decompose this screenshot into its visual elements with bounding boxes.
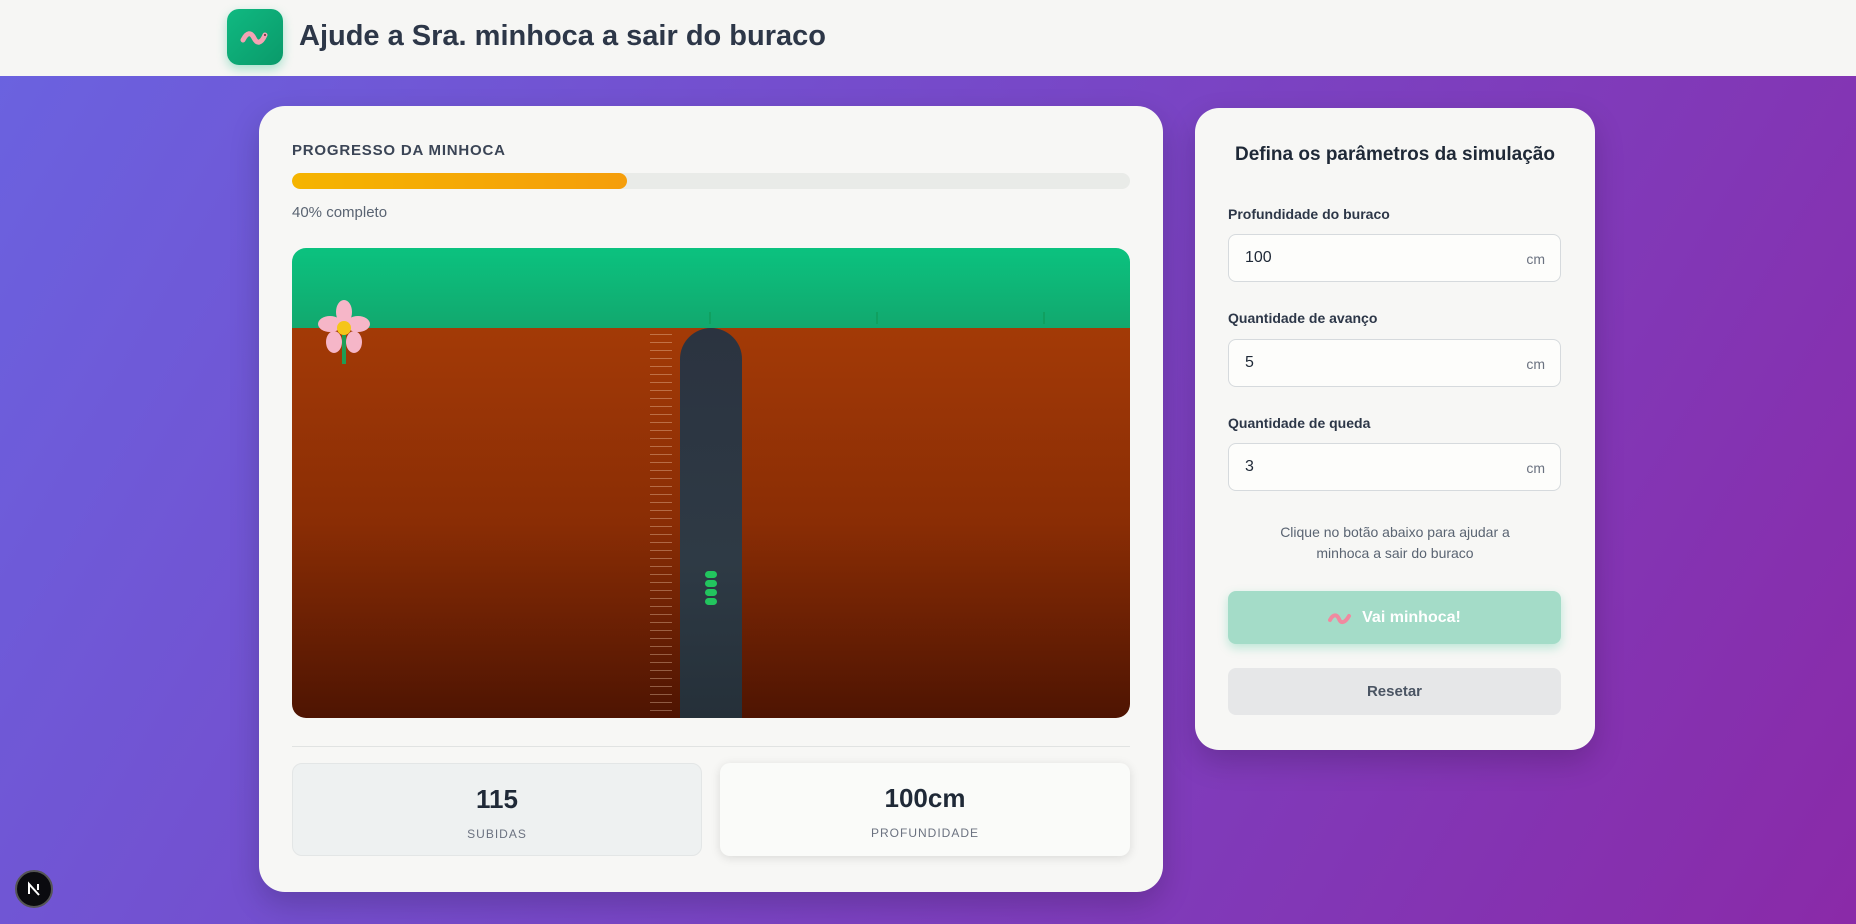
worm-hole: [680, 328, 742, 718]
nextjs-badge-icon[interactable]: [15, 870, 53, 908]
advance-input[interactable]: [1245, 352, 1485, 374]
grass-sprout: [709, 312, 711, 324]
parameters-panel: Defina os parâmetros da simulação Profun…: [1195, 108, 1595, 750]
stat-climbs: 115 SUBIDAS: [292, 763, 702, 856]
worm-logo-icon: [227, 9, 283, 65]
panel-title: Defina os parâmetros da simulação: [1235, 144, 1555, 165]
page-title: Ajude a Sra. minhoca a sair do buraco: [299, 20, 826, 52]
progress-label: PROGRESSO DA MINHOCA: [292, 142, 506, 159]
grass-sprout: [1043, 312, 1045, 324]
depth-field[interactable]: cm: [1228, 234, 1561, 282]
advance-unit: cm: [1526, 356, 1545, 372]
stat-depth-value: 100cm: [884, 783, 966, 813]
fall-field-label: Quantidade de queda: [1228, 415, 1371, 431]
reset-button[interactable]: Resetar: [1228, 668, 1561, 715]
depth-unit: cm: [1526, 251, 1545, 267]
grass-layer: [292, 248, 1130, 328]
worm-icon: [1328, 612, 1352, 624]
progress-bar: [292, 173, 1130, 189]
go-worm-button[interactable]: Vai minhoca!: [1228, 591, 1561, 644]
depth-field-label: Profundidade do buraco: [1228, 206, 1390, 222]
flower-icon: [318, 300, 370, 364]
advance-field-label: Quantidade de avanço: [1228, 310, 1378, 326]
stat-depth-label: PROFUNDIDADE: [870, 826, 979, 840]
stat-climbs-value: 115: [476, 784, 518, 814]
fall-input[interactable]: [1245, 456, 1485, 478]
app-header: Ajude a Sra. minhoca a sair do buraco: [0, 0, 1856, 76]
hint-text: Clique no botão abaixo para ajudar a min…: [1280, 524, 1510, 561]
progress-text: 40% completo: [292, 204, 388, 221]
progress-bar-fill: [292, 173, 628, 189]
worm-icon: [704, 571, 718, 611]
fall-field[interactable]: cm: [1228, 443, 1561, 491]
depth-input[interactable]: [1245, 247, 1485, 269]
simulation-card: PROGRESSO DA MINHOCA 40% completo 115 SU…: [259, 106, 1163, 892]
worm-scene: [292, 248, 1130, 718]
grass-sprout: [876, 312, 878, 324]
divider: [292, 746, 1130, 747]
depth-ruler: [650, 334, 672, 718]
go-button-label: Vai minhoca!: [1362, 608, 1461, 626]
stat-depth: 100cm PROFUNDIDADE: [720, 763, 1130, 856]
stat-climbs-label: SUBIDAS: [467, 827, 527, 841]
advance-field[interactable]: cm: [1228, 339, 1561, 387]
fall-unit: cm: [1526, 460, 1545, 476]
